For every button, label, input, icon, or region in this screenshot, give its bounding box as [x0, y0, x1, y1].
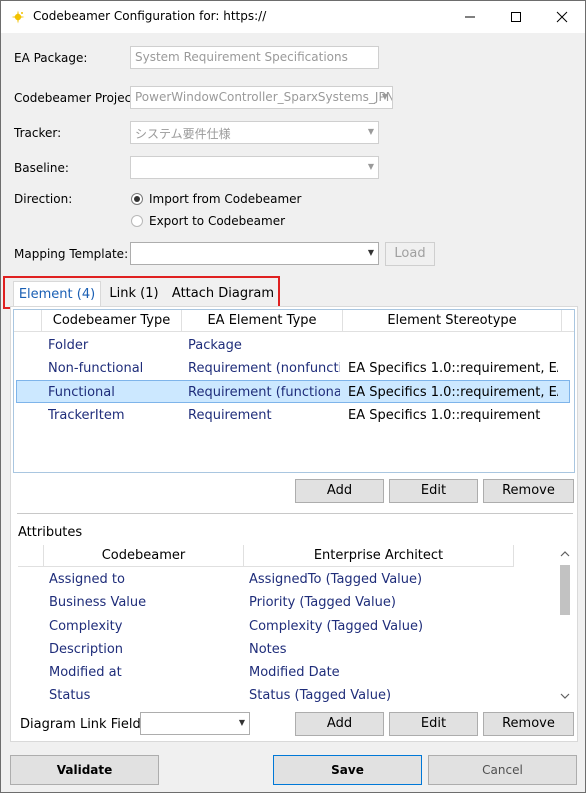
attribute-add-button[interactable]: Add	[295, 712, 384, 736]
maximize-button[interactable]	[493, 1, 539, 33]
grid-header-spacer	[18, 545, 44, 567]
cell-ea-attribute: Notes	[249, 642, 287, 657]
save-button[interactable]: Save	[273, 755, 422, 785]
attributes-grid: Codebeamer Enterprise Architect Assigned…	[17, 544, 575, 704]
grid-header-spacer	[14, 310, 42, 332]
window-title: Codebeamer Configuration for: https://	[33, 9, 267, 23]
mapping-template-select[interactable]: ▼	[130, 242, 379, 265]
baseline-select[interactable]: ▼	[130, 156, 379, 179]
column-header-element-stereotype[interactable]: Element Stereotype	[343, 310, 562, 332]
codebeamer-project-label: Codebeamer Project:	[14, 91, 140, 105]
cell-codebeamer-type: Functional	[48, 385, 115, 400]
codebeamer-project-select[interactable]: PowerWindowController_SparxSystems_JPN ▼	[130, 86, 393, 109]
tracker-value: システム要件仕様	[135, 127, 231, 141]
export-radio-label[interactable]: Export to Codebeamer	[149, 214, 285, 228]
export-radio[interactable]	[131, 215, 143, 227]
cell-codebeamer-attribute: Assigned to	[49, 572, 125, 587]
cell-ea-element-type: Requirement (nonfuncti	[188, 361, 340, 376]
close-icon	[556, 11, 568, 23]
codebeamer-project-value: PowerWindowController_SparxSystems_JPN	[135, 90, 393, 104]
element-tab-panel: Codebeamer Type EA Element Type Element …	[10, 306, 578, 742]
element-mapping-grid: Codebeamer Type EA Element Type Element …	[13, 309, 575, 473]
cell-codebeamer-attribute: Business Value	[49, 595, 147, 610]
cell-ea-element-type: Requirement	[188, 408, 272, 423]
chevron-down-icon: ▼	[381, 92, 388, 101]
element-add-button[interactable]: Add	[295, 479, 384, 503]
ea-package-field: System Requirement Specifications	[130, 46, 379, 69]
cell-codebeamer-type: TrackerItem	[48, 408, 125, 423]
cell-ea-attribute: Priority (Tagged Value)	[249, 595, 396, 610]
cell-codebeamer-attribute: Modified at	[49, 665, 122, 680]
configuration-dialog: Codebeamer Configuration for: https:// E…	[0, 0, 586, 793]
cell-element-stereotype: EA Specifics 1.0::requirement	[348, 408, 541, 423]
minimize-icon	[465, 16, 475, 18]
minimize-button[interactable]	[447, 1, 493, 33]
tracker-select[interactable]: システム要件仕様 ▼	[130, 121, 379, 144]
element-remove-button[interactable]: Remove	[483, 479, 574, 503]
validate-button[interactable]: Validate	[10, 755, 159, 785]
scrollbar-thumb[interactable]	[560, 565, 570, 615]
cell-ea-attribute: AssignedTo (Tagged Value)	[249, 572, 423, 587]
cell-element-stereotype: EA Specifics 1.0::requirement, EAR	[348, 385, 558, 400]
cell-ea-element-type: Package	[188, 338, 242, 353]
section-divider	[17, 513, 573, 514]
baseline-label: Baseline:	[14, 161, 69, 175]
tabs-highlight-box	[3, 276, 280, 309]
import-radio[interactable]	[131, 193, 143, 205]
column-header-codebeamer[interactable]: Codebeamer	[44, 545, 244, 567]
cell-codebeamer-attribute: Description	[49, 642, 124, 657]
maximize-icon	[511, 12, 521, 22]
attributes-heading: Attributes	[18, 525, 83, 540]
column-header-codebeamer-type[interactable]: Codebeamer Type	[42, 310, 182, 332]
cell-ea-attribute: Status (Tagged Value)	[249, 688, 392, 703]
diagram-link-field-select[interactable]: ▼	[140, 712, 250, 735]
chevron-down-icon: ▼	[367, 162, 374, 171]
chevron-down-icon[interactable]	[560, 692, 570, 700]
cell-element-stereotype: EA Specifics 1.0::requirement, EAR	[348, 361, 558, 376]
attribute-remove-button[interactable]: Remove	[483, 712, 574, 736]
column-header-ea-element-type[interactable]: EA Element Type	[182, 310, 343, 332]
import-radio-label[interactable]: Import from Codebeamer	[149, 192, 301, 206]
cell-codebeamer-type: Folder	[48, 338, 89, 353]
cell-codebeamer-attribute: Status	[49, 688, 91, 703]
load-button[interactable]: Load	[385, 242, 435, 266]
cell-codebeamer-type: Non-functional	[48, 361, 144, 376]
chevron-down-icon: ▼	[367, 248, 374, 257]
mapping-template-label: Mapping Template:	[14, 247, 129, 261]
element-edit-button[interactable]: Edit	[389, 479, 478, 503]
cell-ea-attribute: Complexity (Tagged Value)	[249, 619, 424, 634]
cell-ea-element-type: Requirement (functional	[188, 385, 340, 400]
cell-ea-attribute: Modified Date	[249, 665, 340, 680]
chevron-up-icon[interactable]	[560, 550, 570, 558]
chevron-down-icon: ▼	[238, 718, 245, 727]
attributes-scrollbar[interactable]	[557, 547, 573, 703]
close-button[interactable]	[539, 1, 585, 33]
cell-codebeamer-attribute: Complexity	[49, 619, 123, 634]
cancel-button[interactable]: Cancel	[428, 755, 577, 785]
attribute-edit-button[interactable]: Edit	[389, 712, 478, 736]
grid-header-end	[562, 310, 574, 332]
direction-label: Direction:	[14, 192, 73, 206]
app-icon	[11, 10, 25, 24]
title-bar: Codebeamer Configuration for: https://	[1, 1, 585, 33]
chevron-down-icon: ▼	[367, 127, 374, 136]
tracker-label: Tracker:	[14, 126, 62, 140]
ea-package-label: EA Package:	[14, 51, 88, 65]
column-header-enterprise-architect[interactable]: Enterprise Architect	[244, 545, 514, 567]
diagram-link-field-label: Diagram Link Field:	[20, 717, 146, 732]
